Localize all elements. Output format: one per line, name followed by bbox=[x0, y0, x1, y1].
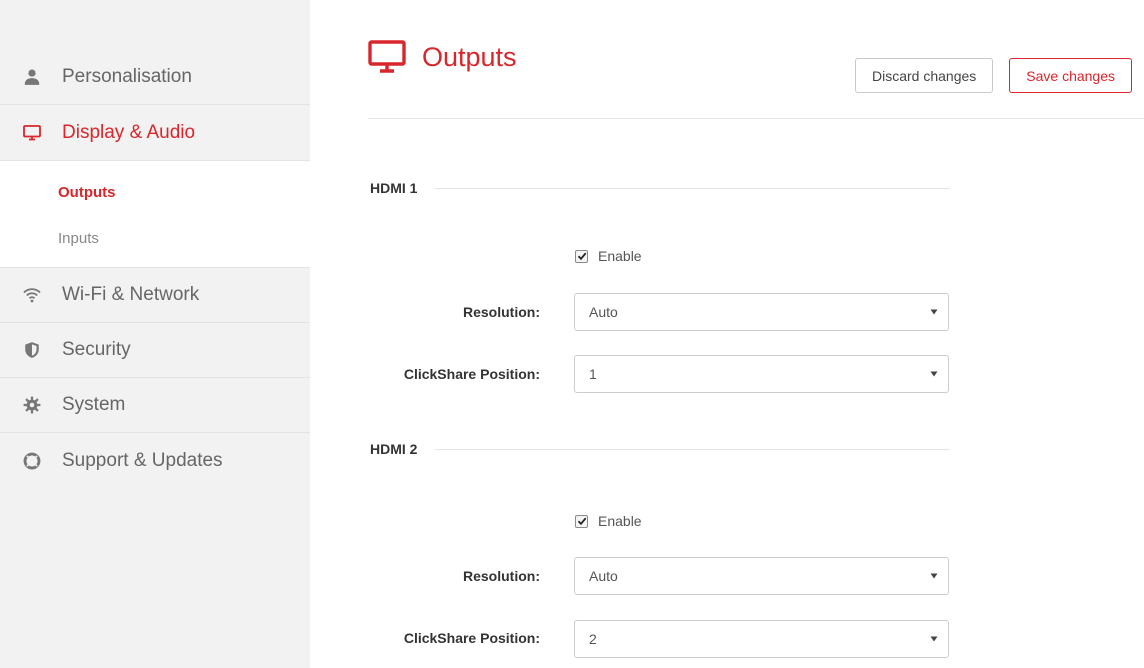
sidebar-item-wifi-network[interactable]: Wi-Fi & Network bbox=[0, 268, 310, 323]
sidebar-item-label: Security bbox=[62, 339, 131, 360]
caret-down-icon bbox=[930, 309, 938, 315]
checkmark-icon bbox=[577, 252, 586, 261]
monitor-icon bbox=[22, 123, 42, 143]
hdmi-1-enable-checkbox[interactable] bbox=[575, 249, 588, 263]
header-divider bbox=[368, 118, 1144, 119]
sidebar-item-system[interactable]: System bbox=[0, 378, 310, 433]
section-title-label: HDMI 2 bbox=[370, 441, 418, 457]
subnav-display-audio: Outputs Inputs bbox=[0, 160, 310, 268]
sidebar-item-personalisation[interactable]: Personalisation bbox=[0, 50, 310, 105]
sidebar-item-label: Wi-Fi & Network bbox=[62, 284, 200, 305]
hdmi-2-resolution-select[interactable]: Auto bbox=[574, 557, 949, 595]
caret-down-icon bbox=[930, 636, 938, 642]
hdmi-1-enable-row: Enable bbox=[575, 248, 642, 264]
section-divider bbox=[435, 448, 950, 450]
subnav-item-inputs[interactable]: Inputs bbox=[0, 215, 310, 261]
enable-label: Enable bbox=[598, 513, 642, 529]
shield-icon bbox=[22, 340, 42, 360]
main-content: Outputs Discard changes Save changes HDM… bbox=[310, 0, 1144, 668]
section-title-label: HDMI 1 bbox=[370, 180, 418, 196]
sidebar-item-label: Personalisation bbox=[62, 66, 192, 87]
caret-down-icon bbox=[930, 573, 938, 579]
sidebar-item-label: Support & Updates bbox=[62, 449, 223, 471]
user-icon bbox=[22, 67, 42, 87]
hdmi-2-enable-checkbox[interactable] bbox=[575, 514, 588, 528]
hdmi-2-position-label: ClickShare Position: bbox=[403, 630, 540, 646]
sidebar-item-security[interactable]: Security bbox=[0, 323, 310, 378]
sidebar-item-label: System bbox=[62, 394, 126, 415]
select-value: Auto bbox=[589, 568, 618, 584]
section-title-hdmi-2: HDMI 2 bbox=[370, 441, 950, 457]
sidebar: Personalisation Display & Audio Outputs … bbox=[0, 0, 310, 668]
select-value: Auto bbox=[589, 304, 618, 320]
hdmi-1-resolution-label: Resolution: bbox=[463, 304, 540, 320]
caret-down-icon bbox=[930, 371, 938, 377]
sidebar-item-label: Display & Audio bbox=[62, 121, 196, 143]
hdmi-2-resolution-label: Resolution: bbox=[463, 568, 540, 584]
hdmi-1-position-label: ClickShare Position: bbox=[403, 366, 540, 382]
discard-changes-button[interactable]: Discard changes bbox=[854, 58, 994, 93]
section-divider bbox=[435, 187, 950, 189]
select-value: 2 bbox=[589, 631, 597, 647]
page-header: Outputs bbox=[368, 40, 517, 74]
header-actions: Discard changes Save changes bbox=[854, 58, 1132, 93]
wifi-icon bbox=[22, 285, 42, 305]
hdmi-1-position-select[interactable]: 1 bbox=[574, 355, 949, 393]
gear-icon bbox=[22, 395, 42, 415]
hdmi-1-resolution-select[interactable]: Auto bbox=[574, 293, 949, 331]
hdmi-2-position-select[interactable]: 2 bbox=[574, 620, 949, 658]
save-changes-button[interactable]: Save changes bbox=[1009, 58, 1132, 93]
monitor-icon bbox=[368, 40, 406, 74]
select-value: 1 bbox=[589, 366, 597, 382]
checkmark-icon bbox=[577, 517, 586, 526]
page-title: Outputs bbox=[422, 41, 517, 72]
section-title-hdmi-1: HDMI 1 bbox=[370, 180, 950, 196]
enable-label: Enable bbox=[598, 248, 642, 264]
lifebuoy-icon bbox=[22, 451, 42, 471]
subnav-item-outputs[interactable]: Outputs bbox=[0, 169, 310, 215]
sidebar-item-support-updates[interactable]: Support & Updates bbox=[0, 433, 310, 488]
hdmi-2-enable-row: Enable bbox=[575, 513, 642, 529]
sidebar-item-display-audio[interactable]: Display & Audio bbox=[0, 105, 310, 160]
